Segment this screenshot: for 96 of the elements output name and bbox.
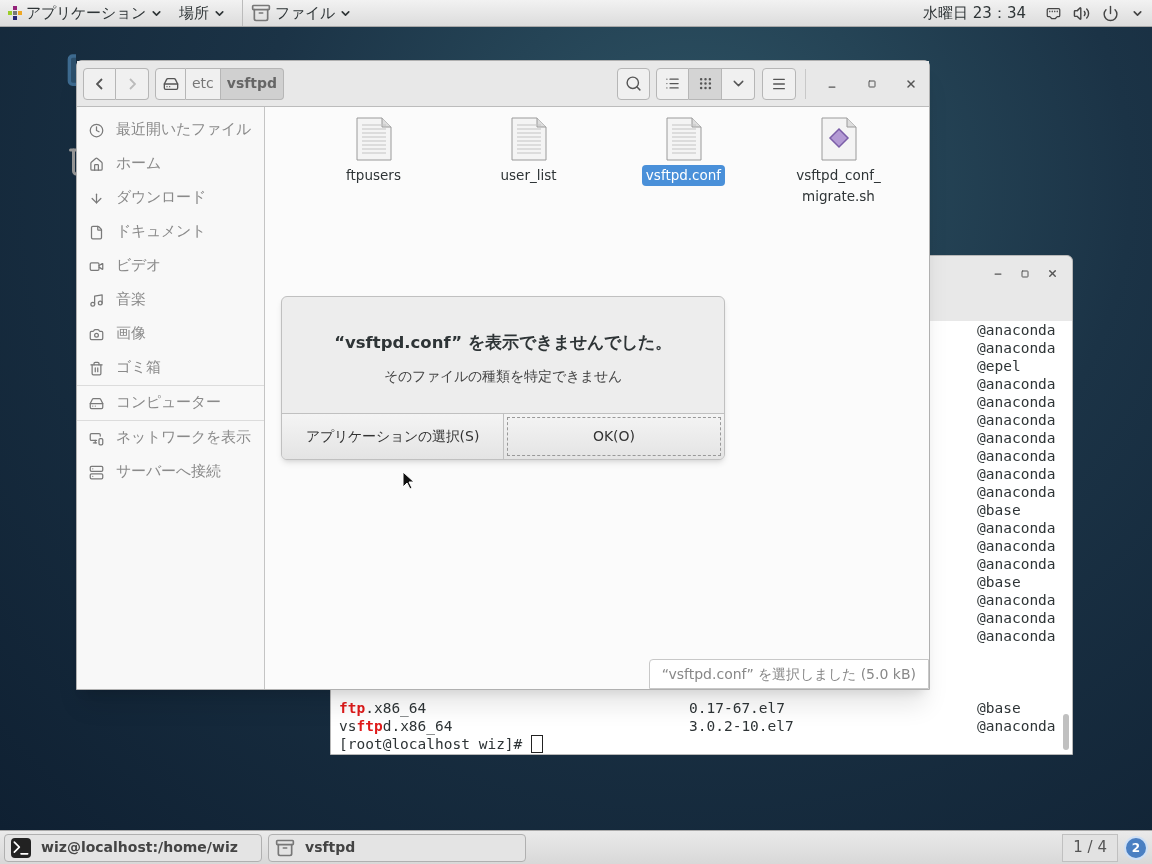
sidebar-item[interactable]: ビデオ	[77, 249, 264, 283]
text-file-icon	[665, 117, 702, 161]
package-repo: @anaconda	[977, 556, 1056, 572]
status-overlay: “vsftpd.conf” を選択しました (5.0 kB)	[648, 659, 929, 689]
close-icon[interactable]	[1047, 268, 1058, 279]
top-bar-menu[interactable]: ファイル	[242, 0, 360, 26]
volume-icon	[1073, 4, 1090, 22]
taskbar-button[interactable]: wiz@localhost:/home/wiz	[4, 833, 262, 862]
package-repo: @anaconda	[977, 412, 1056, 428]
trash-icon	[89, 360, 104, 376]
path-button[interactable]: vsftpd	[220, 67, 285, 100]
package-name: ftp.x86_64	[339, 700, 427, 716]
package-repo: @anaconda	[977, 322, 1056, 338]
package-version: 0.17-67.el7	[689, 700, 786, 716]
workspace-indicator[interactable]: 1 / 4	[1062, 833, 1118, 862]
package-repo: @anaconda	[977, 628, 1056, 644]
sidebar-item[interactable]: ネットワークを表示	[77, 421, 264, 455]
computer-icon	[89, 395, 104, 411]
package-repo: @anaconda	[977, 340, 1056, 356]
music-icon	[89, 292, 104, 308]
terminal-cursor	[531, 735, 544, 753]
mouse-pointer-icon	[402, 471, 414, 490]
top-bar-menu[interactable]: アプリケーション	[0, 0, 171, 26]
terminal-icon	[11, 837, 31, 858]
sidebar-item[interactable]: ダウンロード	[77, 181, 264, 215]
dialog-message: そのファイルの種類を特定できません	[384, 366, 622, 386]
package-repo: @anaconda	[977, 592, 1056, 608]
sidebar-item[interactable]: 音楽	[77, 283, 264, 317]
back-icon	[96, 77, 103, 90]
script-file-icon	[820, 117, 857, 161]
server-icon	[89, 464, 104, 480]
package-repo: @base	[977, 574, 1021, 590]
package-name: vsftpd.x86_64	[339, 718, 453, 734]
file-name[interactable]: user_list	[496, 165, 561, 186]
search-button[interactable]	[617, 67, 650, 100]
text-file-icon	[355, 117, 392, 161]
recent-icon	[89, 122, 104, 138]
power-icon	[1102, 4, 1119, 22]
scrollbar-thumb[interactable]	[1063, 714, 1069, 750]
list-icon	[665, 76, 680, 91]
download-icon	[89, 190, 104, 206]
taskbar-button[interactable]: vsftpd	[268, 833, 526, 862]
network-icon	[1046, 5, 1061, 21]
document-icon	[89, 224, 104, 240]
package-repo: @base	[977, 700, 1021, 716]
dialog-button[interactable]: アプリケーションの選択(S)	[282, 414, 504, 459]
home-icon	[89, 156, 104, 172]
network-icon	[89, 430, 104, 446]
notification-badge[interactable]: 2	[1124, 835, 1148, 860]
package-repo: @anaconda	[977, 394, 1056, 410]
package-repo: @anaconda	[977, 718, 1056, 734]
file-name[interactable]: vsftpd_conf_migrate.sh	[788, 165, 889, 207]
sidebar-item[interactable]: ゴミ箱	[77, 351, 264, 385]
sidebar-item[interactable]: 最近開いたファイル	[77, 113, 264, 147]
file-name[interactable]: ftpusers	[342, 165, 405, 186]
package-repo: @anaconda	[977, 610, 1056, 626]
list-view-button[interactable]	[656, 67, 689, 100]
menu-button[interactable]	[762, 67, 796, 100]
file-cabinet-icon	[275, 837, 295, 858]
sidebar-item[interactable]: ドキュメント	[77, 215, 264, 249]
picture-icon	[89, 326, 104, 342]
dialog-button[interactable]: OK(O)	[504, 414, 724, 459]
grid-view-button[interactable]	[689, 67, 722, 100]
sidebar-item[interactable]: 画像	[77, 317, 264, 351]
file-name[interactable]: vsftpd.conf	[641, 165, 726, 186]
grid-icon	[697, 76, 713, 91]
package-repo: @anaconda	[977, 448, 1056, 464]
search-icon	[625, 75, 642, 92]
drive-button[interactable]	[155, 67, 186, 100]
clock: 水曜日 23：34	[923, 2, 1026, 24]
package-repo: @epel	[977, 358, 1021, 374]
view-options-button[interactable]	[722, 67, 755, 100]
package-repo: @anaconda	[977, 538, 1056, 554]
package-version: 3.0.2-10.el7	[689, 718, 794, 734]
forward-icon	[128, 77, 136, 90]
sidebar-item[interactable]: コンピューター	[77, 386, 264, 420]
dialog-title: “vsftpd.conf” を表示できませんでした。	[334, 332, 672, 355]
close-icon	[905, 77, 917, 90]
top-bar-menu[interactable]: 場所	[171, 0, 234, 26]
package-repo: @base	[977, 502, 1021, 518]
file-cabinet-icon	[251, 3, 271, 23]
sidebar-item[interactable]: ホーム	[77, 147, 264, 181]
maximize-icon	[868, 79, 876, 88]
terminal-prompt: [root@localhost wiz]#	[339, 735, 523, 753]
package-repo: @anaconda	[977, 484, 1056, 500]
package-repo: @anaconda	[977, 520, 1056, 536]
back-button[interactable]	[83, 67, 116, 100]
maximize-icon[interactable]	[1021, 269, 1029, 278]
package-repo: @anaconda	[977, 430, 1056, 446]
package-repo: @anaconda	[977, 466, 1056, 482]
text-file-icon	[510, 117, 547, 161]
sidebar-item[interactable]: サーバーへ接続	[77, 455, 264, 489]
apps-logo-icon	[8, 6, 22, 20]
drive-icon	[162, 75, 179, 92]
package-repo: @anaconda	[977, 376, 1056, 392]
path-button[interactable]: etc	[186, 67, 221, 100]
